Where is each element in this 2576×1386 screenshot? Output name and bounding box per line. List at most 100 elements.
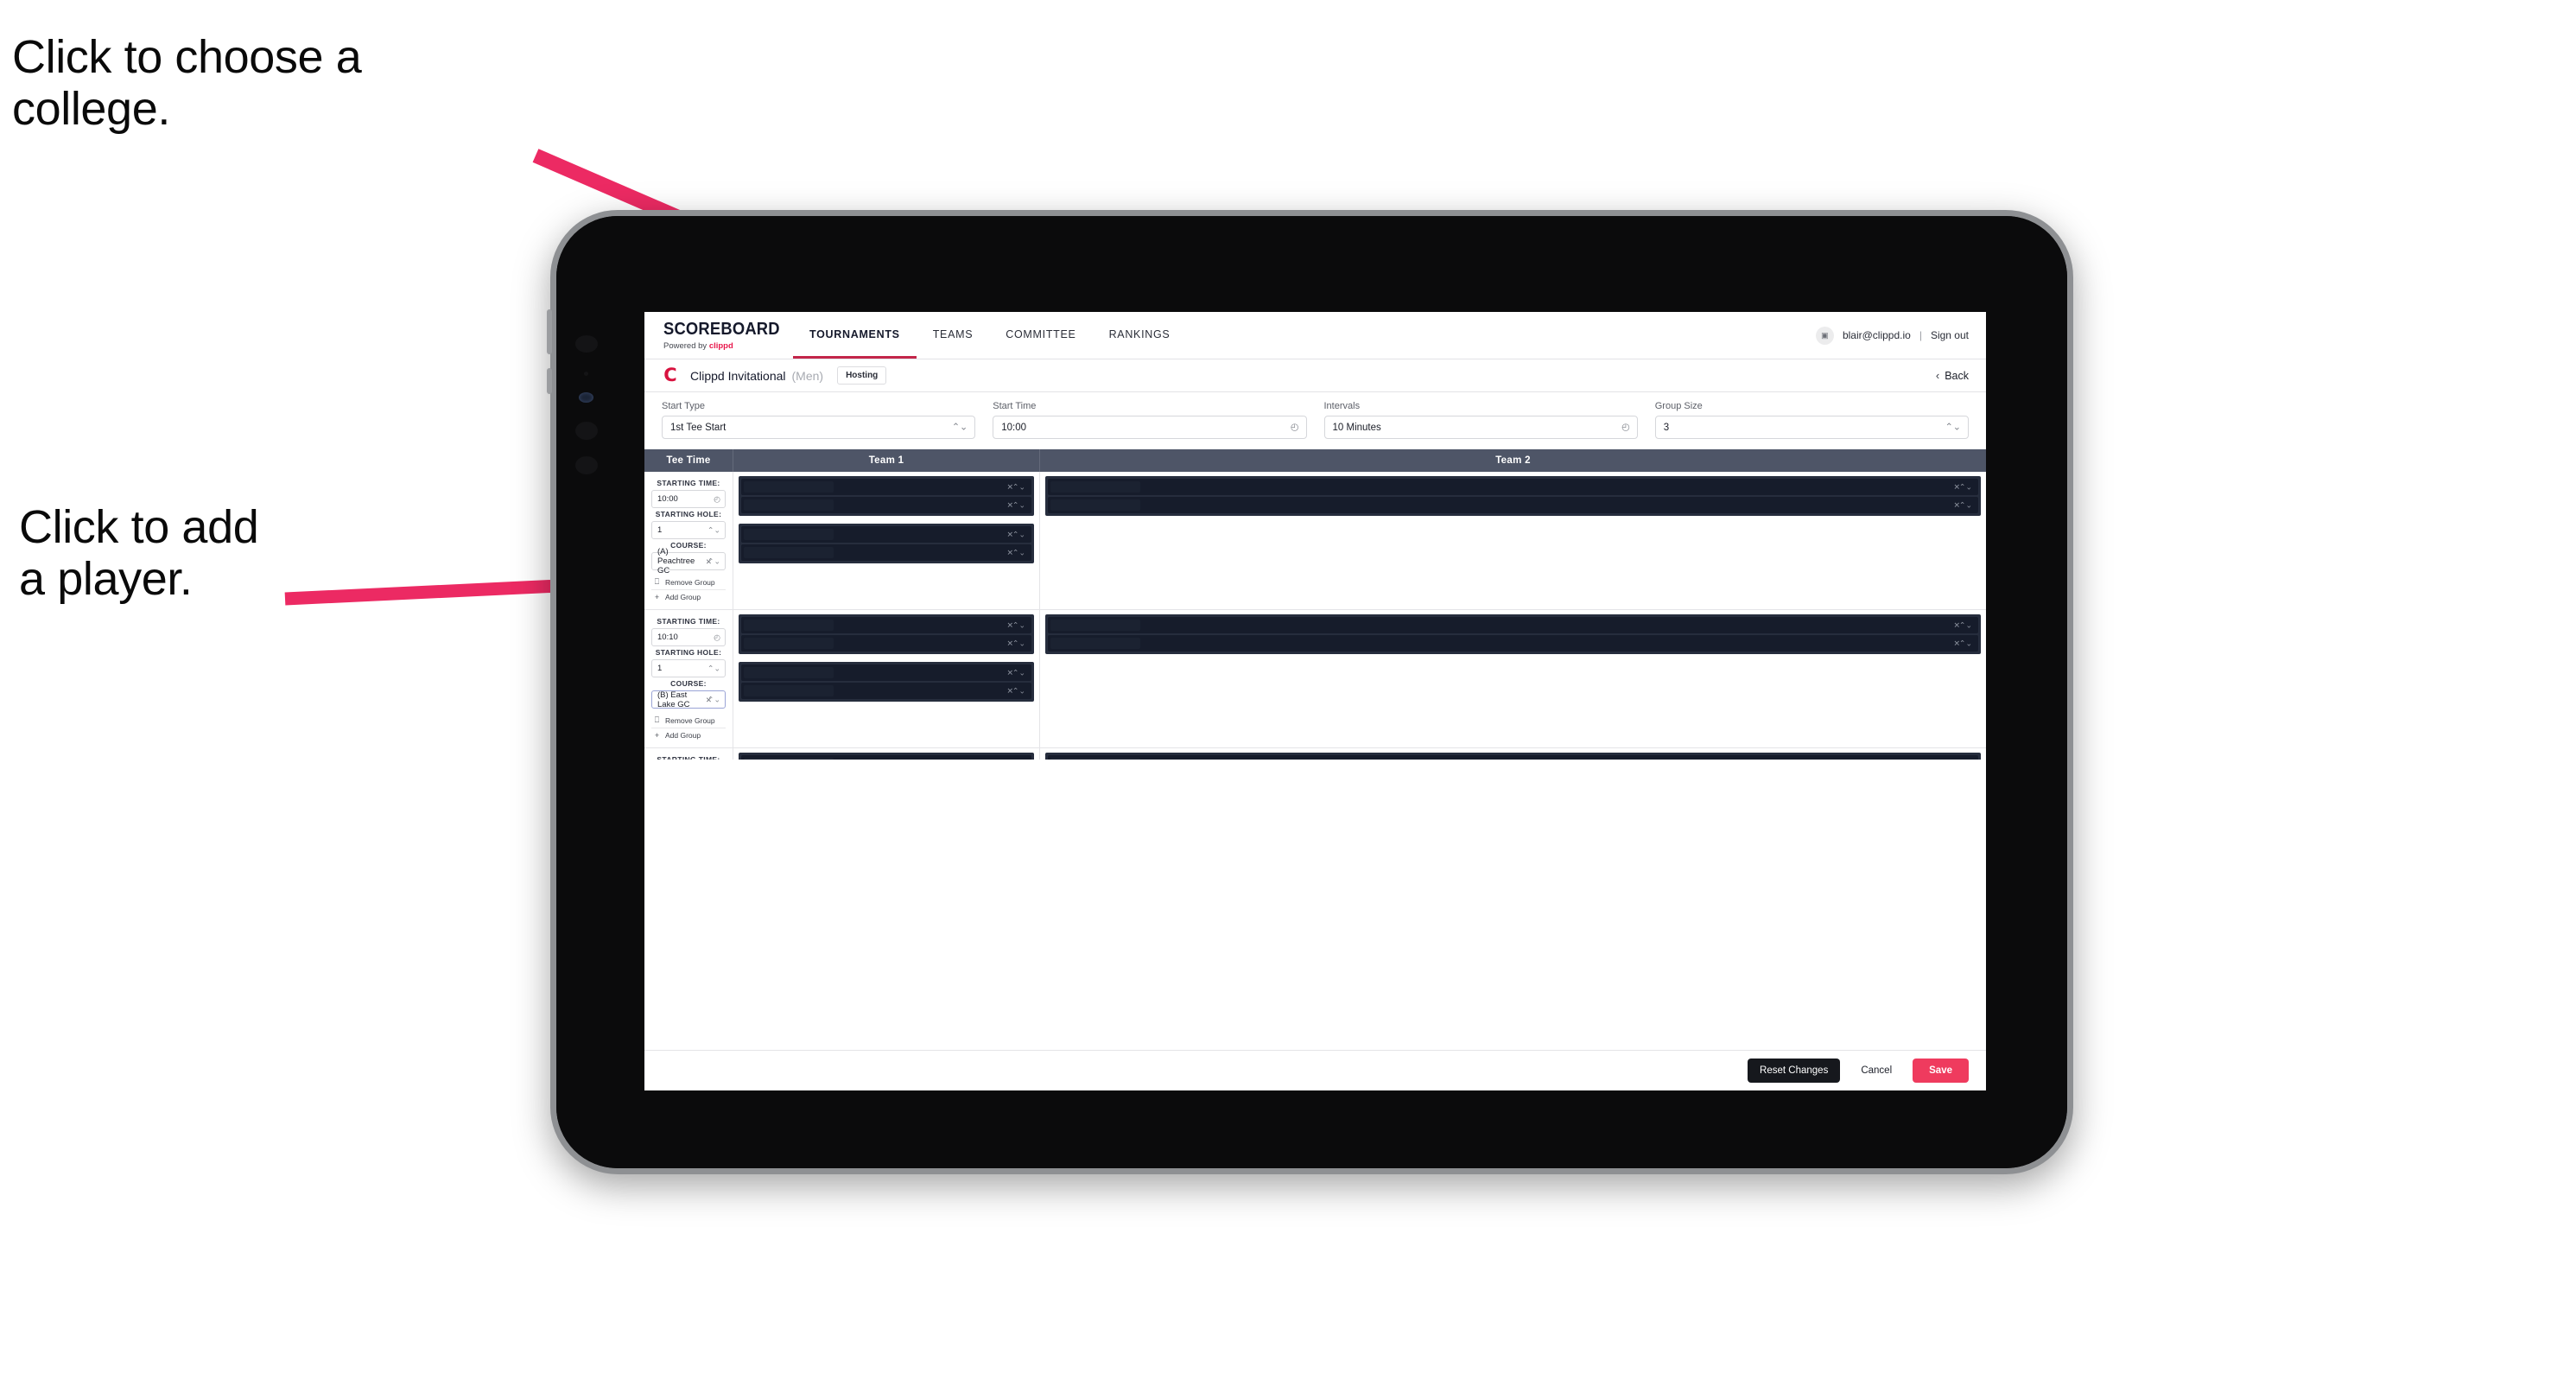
sign-out-link[interactable]: Sign out <box>1931 329 1969 341</box>
tablet-volume-button-down[interactable] <box>547 368 552 394</box>
stepper-icon[interactable]: ⌃⌄ <box>1959 483 1972 491</box>
player-slot[interactable]: ✕⌃⌄ <box>1048 617 1978 633</box>
player-group: ✕⌃⌄ ✕⌃⌄ <box>1045 476 1981 516</box>
player-slot[interactable]: ✕⌃⌄ <box>741 479 1031 495</box>
stepper-icon[interactable]: ⌃⌄ <box>1012 621 1025 629</box>
clock-icon[interactable]: ◴ <box>714 495 720 503</box>
stepper-icon[interactable]: ⌃⌄ <box>1945 423 1961 432</box>
plus-icon: + <box>654 731 660 740</box>
starting-hole-input[interactable]: 1 ⌃⌄ <box>651 521 726 539</box>
intervals-select[interactable]: 10 Minutes ◴ <box>1323 416 1638 439</box>
remove-group-button[interactable]: ⎕ Remove Group <box>651 713 726 728</box>
starting-time-label: STARTING TIME: <box>657 479 720 487</box>
add-group-label: Add Group <box>665 593 701 601</box>
reset-changes-button[interactable]: Reset Changes <box>1748 1059 1841 1083</box>
course-select[interactable]: (B) East Lake GC ✕ ⌃⌄ <box>651 690 726 709</box>
starting-time-value: 10:00 <box>657 494 678 504</box>
course-label: COURSE: <box>670 679 707 688</box>
add-group-button[interactable]: + Add Group <box>651 590 726 604</box>
stepper-icon[interactable]: ⌃⌄ <box>952 423 968 432</box>
player-slot[interactable]: ✕⌃⌄ <box>1048 497 1978 513</box>
start-type-value: 1st Tee Start <box>670 422 726 433</box>
stepper-icon[interactable]: ⌃⌄ <box>707 557 720 565</box>
nav-tab-list: TOURNAMENTS TEAMS COMMITTEE RANKINGS <box>793 312 1186 359</box>
clock-icon[interactable]: ◴ <box>1291 423 1299 432</box>
save-button[interactable]: Save <box>1913 1059 1969 1083</box>
team2-cell: ✕⌃⌄ ✕⌃⌄ <box>1040 472 1986 609</box>
starting-time-input[interactable]: 10:10 ◴ <box>651 628 726 646</box>
chevron-left-icon: ‹ <box>1935 369 1940 382</box>
remove-group-label: Remove Group <box>665 577 715 587</box>
clock-icon[interactable]: ◴ <box>714 633 720 641</box>
group-size-stepper[interactable]: 3 ⌃⌄ <box>1654 416 1969 439</box>
stepper-icon[interactable]: ⌃⌄ <box>707 696 720 703</box>
tee-time-cell: STARTING TIME: 10:20 ◴ STARTING HOLE: <box>644 748 733 760</box>
nav-tab-rankings[interactable]: RANKINGS <box>1093 312 1187 359</box>
cancel-button[interactable]: Cancel <box>1852 1059 1900 1083</box>
tablet-volume-button-up[interactable] <box>547 309 552 354</box>
starting-hole-value: 1 <box>657 664 663 673</box>
tee-sheet-table-header: Tee Time Team 1 Team 2 <box>644 449 1986 472</box>
stepper-icon[interactable]: ⌃⌄ <box>1012 669 1025 677</box>
stepper-icon[interactable]: ⌃⌄ <box>707 526 720 534</box>
table-row: STARTING TIME: 10:00 ◴ STARTING HOLE: 1 … <box>644 472 1986 610</box>
stepper-icon[interactable]: ⌃⌄ <box>1959 639 1972 647</box>
top-navigation-bar: SCOREBOARD Powered by clippd TOURNAMENTS… <box>644 312 1986 359</box>
start-type-select[interactable]: 1st Tee Start ⌃⌄ <box>662 416 976 439</box>
stepper-icon[interactable]: ⌃⌄ <box>1012 639 1025 647</box>
player-slot[interactable]: ✕⌃⌄ <box>1048 755 1978 760</box>
column-header-team1: Team 1 <box>733 449 1040 472</box>
stepper-icon[interactable]: ⌃⌄ <box>1012 687 1025 695</box>
player-slot[interactable]: ✕⌃⌄ <box>741 635 1031 652</box>
player-slot[interactable]: ✕⌃⌄ <box>741 544 1031 561</box>
nav-tab-tournaments[interactable]: TOURNAMENTS <box>793 312 917 359</box>
stepper-icon[interactable]: ⌃⌄ <box>1012 531 1025 538</box>
nav-tab-committee[interactable]: COMMITTEE <box>989 312 1092 359</box>
player-slot[interactable]: ✕⌃⌄ <box>741 664 1031 681</box>
stepper-icon[interactable]: ⌃⌄ <box>707 664 720 672</box>
add-group-label: Add Group <box>665 731 701 740</box>
scoreboard-logo[interactable]: SCOREBOARD Powered by clippd <box>644 312 793 359</box>
starting-hole-input[interactable]: 1 ⌃⌄ <box>651 659 726 677</box>
tablet-bezel: SCOREBOARD Powered by clippd TOURNAMENTS… <box>556 216 2067 1168</box>
screenshot-canvas: Click to choose a college. Click to add … <box>0 0 2576 1386</box>
stepper-icon[interactable]: ⌃⌄ <box>1012 501 1025 509</box>
stepper-icon[interactable]: ⌃⌄ <box>1012 549 1025 556</box>
player-slot[interactable]: ✕⌃⌄ <box>741 755 1031 760</box>
player-slot[interactable]: ✕⌃⌄ <box>741 526 1031 543</box>
course-select[interactable]: (A) Peachtree GC ✕ ⌃⌄ <box>651 547 726 575</box>
stepper-icon[interactable]: ⌃⌄ <box>1012 483 1025 491</box>
player-slot[interactable]: ✕⌃⌄ <box>741 497 1031 513</box>
intervals-value: 10 Minutes <box>1332 422 1381 433</box>
remove-group-button[interactable]: ⎕ Remove Group <box>651 575 726 590</box>
field-group-size: Group Size 3 ⌃⌄ <box>1654 401 1969 439</box>
trash-icon: ⎕ <box>654 577 660 586</box>
player-slot[interactable]: ✕⌃⌄ <box>741 617 1031 633</box>
tee-time-cell: STARTING TIME: 10:10 ◴ STARTING HOLE: 1 … <box>644 610 733 747</box>
tee-sheet-table-body[interactable]: STARTING TIME: 10:00 ◴ STARTING HOLE: 1 … <box>644 472 1986 760</box>
brand-tagline-prefix: Powered by <box>663 341 709 351</box>
action-footer: Reset Changes Cancel Save <box>644 1050 1986 1090</box>
nav-account-area: ▣ blair@clippd.io | Sign out <box>1815 312 1986 359</box>
add-group-button[interactable]: + Add Group <box>651 728 726 742</box>
tournament-name: Clippd Invitational <box>690 368 786 383</box>
user-avatar-icon[interactable]: ▣ <box>1815 326 1834 345</box>
stepper-icon[interactable]: ⌃⌄ <box>1959 621 1972 629</box>
tee-sheet-settings: Start Type 1st Tee Start ⌃⌄ Start Time 1… <box>644 392 1986 449</box>
account-email: blair@clippd.io <box>1842 329 1911 341</box>
player-slot[interactable]: ✕⌃⌄ <box>1048 479 1978 495</box>
stepper-icon[interactable]: ⌃⌄ <box>1959 501 1972 509</box>
start-time-input[interactable]: 10:00 ◴ <box>993 416 1307 439</box>
camera-secondary-icon <box>575 422 598 440</box>
starting-time-input[interactable]: 10:00 ◴ <box>651 490 726 508</box>
clock-icon[interactable]: ◴ <box>1621 423 1630 432</box>
app-screen: SCOREBOARD Powered by clippd TOURNAMENTS… <box>644 312 1986 1090</box>
group-actions: ⎕ Remove Group + Add Group <box>651 713 726 742</box>
nav-tab-teams[interactable]: TEAMS <box>917 312 990 359</box>
player-slot[interactable]: ✕⌃⌄ <box>741 683 1031 699</box>
back-link[interactable]: ‹ Back <box>1936 369 1969 382</box>
account-separator: | <box>1919 329 1922 341</box>
starting-time-value: 10:10 <box>657 633 678 642</box>
player-slot[interactable]: ✕⌃⌄ <box>1048 635 1978 652</box>
tee-time-cell: STARTING TIME: 10:00 ◴ STARTING HOLE: 1 … <box>644 472 733 609</box>
